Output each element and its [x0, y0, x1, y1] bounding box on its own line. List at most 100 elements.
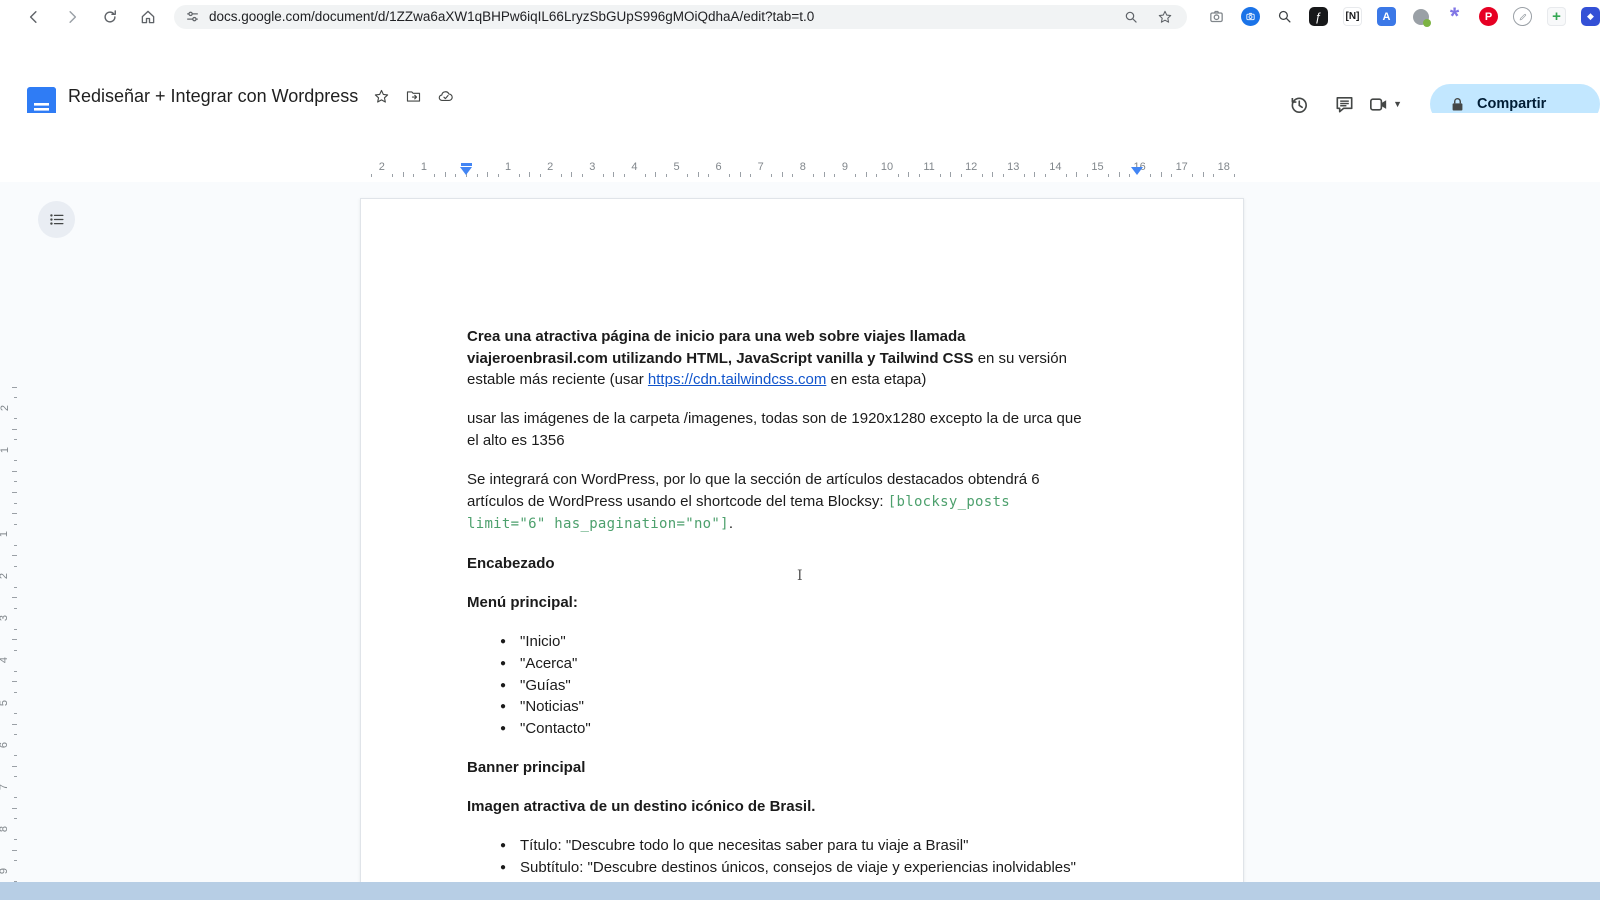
list-item-text: "Inicio"	[520, 633, 566, 650]
bottom-window-edge	[0, 882, 1600, 900]
forward-button[interactable]	[60, 5, 84, 29]
doc-heading[interactable]: Encabezado	[467, 553, 1140, 575]
left-indent-marker[interactable]	[460, 163, 472, 175]
left-indent-triangle[interactable]	[460, 167, 472, 175]
ruler-tick	[14, 671, 17, 672]
list-item[interactable]: ●"Contacto"	[467, 718, 1140, 740]
right-indent-marker[interactable]	[1131, 167, 1143, 175]
bullet-list: ●Título: "Descubre todo lo que necesitas…	[467, 835, 1140, 878]
docs-header: Rediseñar + Integrar con Wordpress Archi…	[0, 33, 1600, 113]
ruler-tick	[14, 608, 17, 609]
ruler-tick	[12, 724, 17, 725]
ruler-tick	[729, 174, 730, 177]
doc-paragraph[interactable]: usar las imágenes de la carpeta /imagene…	[467, 408, 1140, 451]
fonts-extension[interactable]: ƒ	[1309, 7, 1328, 26]
text-run: el alto es 1356	[467, 432, 565, 449]
first-line-indent-bar[interactable]	[461, 163, 472, 166]
ruler-tick	[645, 174, 646, 177]
ruler-tick	[1076, 172, 1077, 177]
wallet-extension[interactable]: ◆	[1581, 7, 1600, 26]
doc-paragraph[interactable]: Crea una atractiva página de inicio para…	[467, 326, 1140, 391]
ruler-number: 1	[421, 161, 427, 173]
pinterest-extension[interactable]: P	[1479, 7, 1498, 26]
document-page[interactable]: Crea una atractiva página de inicio para…	[360, 198, 1244, 898]
text-cursor: I	[797, 569, 803, 583]
ruler-tick	[1003, 174, 1004, 177]
ruler-tick	[14, 713, 17, 714]
url-text[interactable]: docs.google.com/document/d/1ZZwa6aXW1qBH…	[209, 9, 1123, 24]
list-item[interactable]: ●Subtítulo: "Descubre destinos únicos, c…	[467, 857, 1140, 879]
ruler-number: 8	[0, 826, 10, 832]
camera-extension[interactable]	[1207, 7, 1226, 26]
document-content[interactable]: Crea una atractiva página de inicio para…	[467, 326, 1140, 896]
search-extension[interactable]	[1275, 7, 1294, 26]
list-item[interactable]: ●"Acerca"	[467, 653, 1140, 675]
list-item[interactable]: ●Título: "Descubre todo lo que necesitas…	[467, 835, 1140, 857]
text-run: Se integrará con WordPress, por lo que l…	[467, 471, 1040, 488]
asterisk-extension[interactable]: *	[1445, 7, 1464, 26]
ruler-tick	[708, 174, 709, 177]
ruler-number: 14	[1049, 161, 1061, 173]
ruler-tick	[1066, 174, 1067, 177]
bookmark-star-icon[interactable]	[1157, 9, 1173, 25]
star-document-icon[interactable]	[373, 88, 390, 105]
home-button[interactable]	[136, 5, 160, 29]
ruler-tick	[434, 174, 435, 177]
ruler-tick	[519, 174, 520, 177]
ruler-tick	[919, 174, 920, 177]
ruler-number: 5	[673, 161, 679, 173]
ruler-number: 1	[0, 531, 10, 537]
clipper-extension[interactable]: [N]	[1343, 7, 1362, 26]
horizontal-ruler[interactable]: 21123456789101112131415161718	[0, 155, 1600, 182]
right-indent-triangle[interactable]	[1131, 167, 1143, 175]
ruler-tick	[14, 481, 17, 482]
ruler-number: 17	[1176, 161, 1188, 173]
document-outline-button[interactable]	[38, 201, 75, 238]
ruler-number: 9	[842, 161, 848, 173]
site-info-icon[interactable]	[184, 8, 201, 25]
chevron-down-icon[interactable]: ▼	[1393, 99, 1402, 109]
move-document-icon[interactable]	[405, 88, 422, 105]
ruler-number: 10	[881, 161, 893, 173]
list-item[interactable]: ●"Inicio"	[467, 631, 1140, 653]
ruler-number: 7	[0, 784, 10, 790]
capture-extension[interactable]	[1241, 7, 1260, 26]
doc-heading[interactable]: Menú principal:	[467, 592, 1140, 614]
ruler-tick	[866, 172, 867, 177]
reload-button[interactable]	[98, 5, 122, 29]
list-item-text: "Acerca"	[520, 655, 577, 672]
zoom-page-icon[interactable]	[1123, 9, 1139, 25]
list-item-text: "Contacto"	[520, 720, 591, 737]
vertical-ruler[interactable]: 2112345678910111213	[0, 364, 18, 900]
ruler-tick	[14, 797, 17, 798]
text-run: Menú principal:	[467, 594, 578, 611]
doc-heading[interactable]: Imagen atractiva de un destino icónico d…	[467, 796, 1140, 818]
translate-extension[interactable]: A	[1377, 7, 1396, 26]
back-button[interactable]	[22, 5, 46, 29]
address-bar[interactable]: docs.google.com/document/d/1ZZwa6aXW1qBH…	[174, 5, 1187, 29]
extensions-area: ƒ [N] A * P + ◆	[1207, 7, 1600, 26]
ruler-tick	[898, 174, 899, 177]
ruler-number: 2	[0, 573, 10, 579]
notes-extension[interactable]	[1513, 7, 1532, 26]
list-item[interactable]: ●"Guías"	[467, 675, 1140, 697]
doc-heading[interactable]: Banner principal	[467, 757, 1140, 779]
text-run: viajeroenbrasil.com utilizando HTML, Jav…	[467, 350, 974, 367]
list-item[interactable]: ●"Noticias"	[467, 696, 1140, 718]
ruler-tick	[14, 587, 17, 588]
doc-paragraph[interactable]: Se integrará con WordPress, por lo que l…	[467, 469, 1140, 536]
pets-extension[interactable]	[1411, 7, 1430, 26]
ruler-tick	[1213, 174, 1214, 177]
document-status-icon[interactable]	[437, 88, 454, 105]
hyperlink[interactable]: https://cdn.tailwindcss.com	[648, 371, 826, 388]
ruler-number: 15	[1091, 161, 1103, 173]
ruler-tick	[14, 860, 17, 861]
text-run: Encabezado	[467, 555, 555, 572]
bullet-dot: ●	[500, 675, 506, 697]
ruler-tick	[12, 639, 17, 640]
document-title[interactable]: Rediseñar + Integrar con Wordpress	[68, 86, 358, 107]
ruler-tick	[1161, 172, 1162, 177]
adder-extension[interactable]: +	[1547, 7, 1566, 26]
ruler-tick	[12, 766, 17, 767]
ruler-tick	[687, 174, 688, 177]
